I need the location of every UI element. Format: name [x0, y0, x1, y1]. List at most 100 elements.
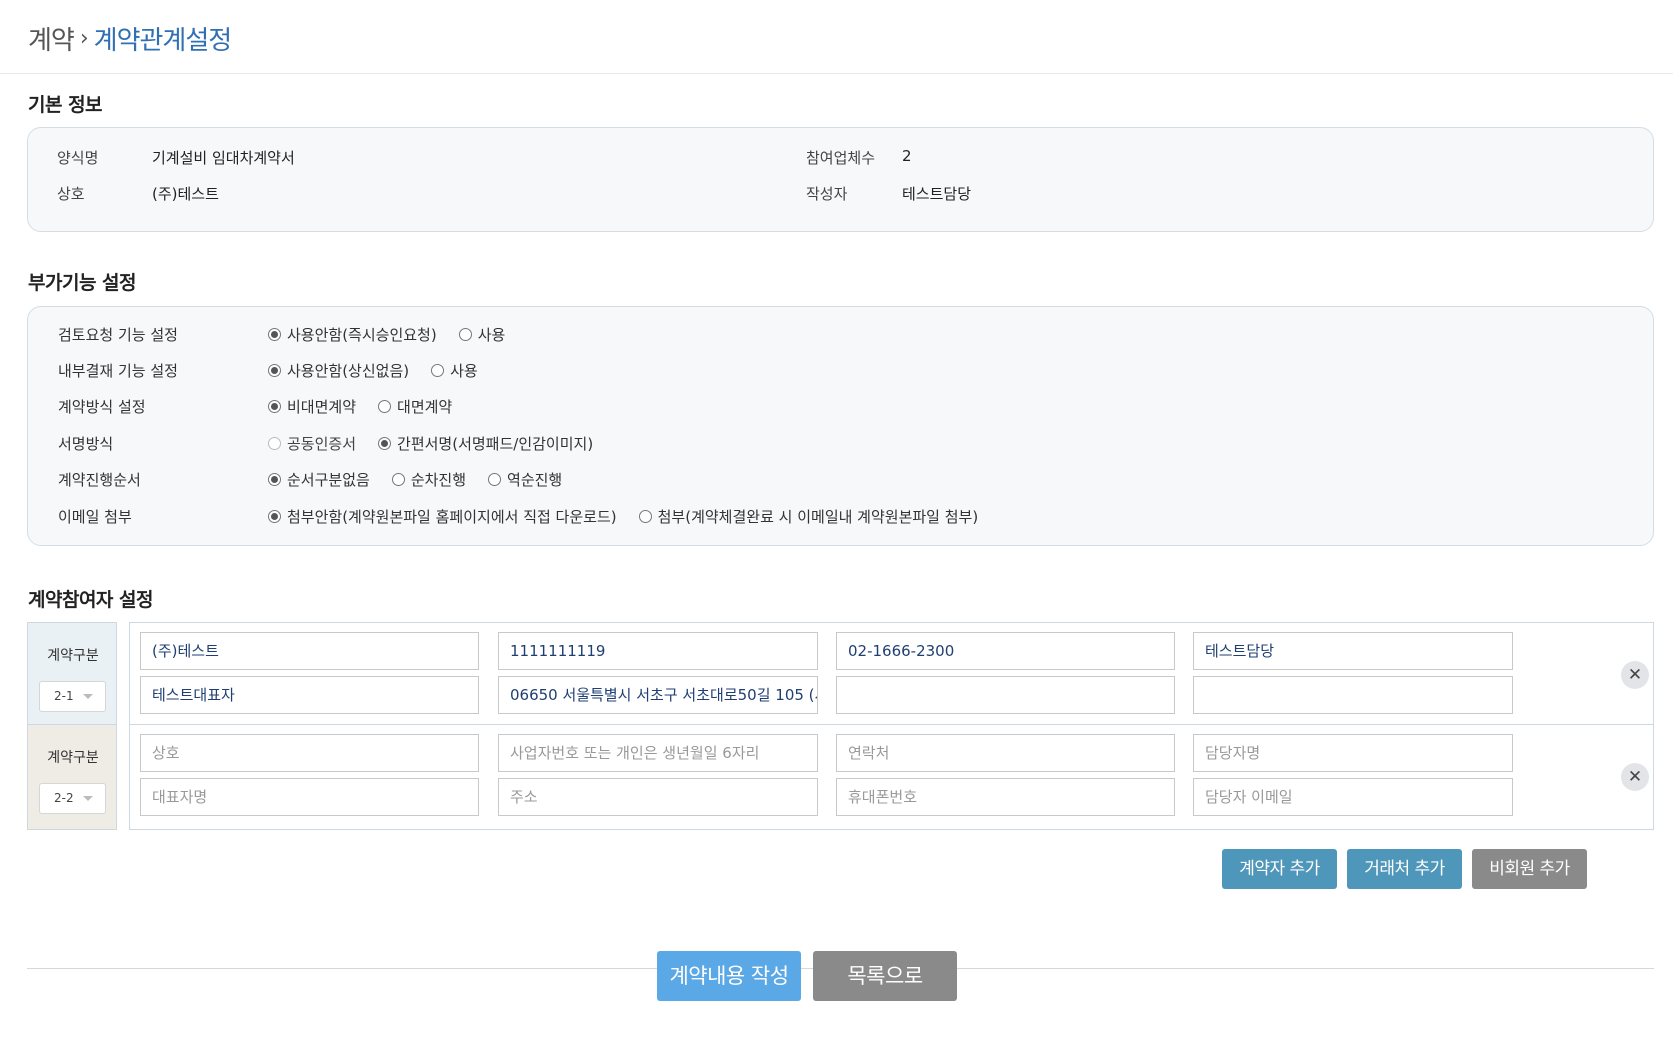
participant-type-label: 계약구분	[47, 648, 99, 664]
setting-label: 이메일 첨부	[58, 508, 132, 526]
add-contractor-button[interactable]: 계약자 추가	[1222, 849, 1337, 889]
participant-type-select-value: 2-2	[54, 791, 74, 805]
chevron-down-icon	[83, 694, 93, 699]
setting-radio-option[interactable]: 사용	[458, 324, 506, 345]
participant-input[interactable]: 상호	[140, 734, 479, 772]
participant-type-select[interactable]: 2-2	[39, 783, 106, 814]
radio-button[interactable]	[268, 510, 281, 523]
setting-radio-option[interactable]: 역순진행	[488, 469, 562, 490]
remove-participant-close-icon[interactable]: ✕	[1621, 661, 1649, 689]
setting-radio-group: 비대면계약 대면계약	[268, 396, 474, 417]
setting-radio-option[interactable]: 순차진행	[391, 469, 467, 490]
radio-button[interactable]	[638, 510, 652, 523]
setting-radio-option[interactable]: 대면계약	[378, 396, 452, 417]
breadcrumb-separator: ›	[79, 25, 89, 51]
radio-label: 순차진행	[410, 471, 467, 489]
participant-input[interactable]: (주)테스트	[140, 632, 479, 670]
participant-count-value: 2	[902, 147, 912, 165]
participant-input[interactable]: 대표자명	[140, 778, 479, 816]
setting-label: 검토요청 기능 설정	[58, 326, 178, 344]
setting-label: 계약방식 설정	[58, 398, 146, 416]
participant-input[interactable]: 주소	[498, 778, 818, 816]
header-divider	[0, 73, 1673, 74]
participant-input[interactable]: 테스트담당	[1193, 632, 1513, 670]
radio-button[interactable]	[268, 437, 281, 450]
setting-radio-group: 순서구분없음 순차진행 역순진행	[268, 469, 584, 490]
participant-type-select-value: 2-1	[54, 689, 74, 703]
company-label: 상호	[57, 185, 85, 203]
participant-type-cell: 계약구분 2-1	[27, 622, 117, 728]
radio-label: 사용안함(상신없음)	[287, 362, 410, 380]
form-name-label: 양식명	[57, 149, 99, 167]
breadcrumb-root[interactable]: 계약	[28, 20, 75, 57]
radio-button[interactable]	[458, 328, 472, 341]
radio-label: 사용	[450, 362, 478, 380]
setting-radio-option[interactable]: 첨부안함(계약원본파일 홈페이지에서 직접 다운로드)	[268, 506, 617, 527]
participant-type-label: 계약구분	[47, 750, 99, 766]
participant-row: 계약구분 2-2 상호 사업자번호 또는 개인은 생년월일 6자리 연락처 담당자명대표자…	[27, 724, 1654, 830]
setting-radio-group: 사용안함(상신없음) 사용	[268, 360, 500, 381]
radio-button[interactable]	[431, 364, 445, 377]
participant-count-label: 참여업체수	[806, 149, 876, 167]
setting-label: 서명방식	[58, 435, 114, 453]
breadcrumb: 계약 › 계약관계설정	[28, 18, 232, 58]
participant-input[interactable]: 06650 서울특별시 서초구 서초대로50길 105 (서초	[498, 676, 818, 714]
add-non-member-button[interactable]: 비회원 추가	[1472, 849, 1587, 889]
participant-input[interactable]	[1193, 676, 1513, 714]
author-label: 작성자	[806, 185, 848, 203]
participant-input[interactable]	[836, 676, 1175, 714]
radio-label: 사용	[477, 326, 506, 344]
radio-label: 사용안함(즉시승인요청)	[287, 326, 437, 344]
radio-button[interactable]	[268, 364, 281, 377]
radio-label: 비대면계약	[287, 398, 357, 416]
radio-label: 첨부안함(계약원본파일 홈페이지에서 직접 다운로드)	[287, 508, 617, 526]
setting-label: 계약진행순서	[58, 471, 141, 489]
participant-fields: (주)테스트 1111111119 02-1666-2300 테스트담당테스트대표자 0…	[129, 622, 1654, 728]
basic-info-title: 기본 정보	[28, 94, 103, 116]
back-to-list-button[interactable]: 목록으로	[813, 951, 957, 1001]
participant-input[interactable]: 담당자명	[1193, 734, 1513, 772]
setting-radio-group: 사용안함(즉시승인요청) 사용	[268, 324, 527, 345]
radio-button[interactable]	[391, 473, 405, 486]
setting-radio-option[interactable]: 비대면계약	[268, 396, 356, 417]
setting-radio-option[interactable]: 간편서명(서명패드/인감이미지)	[378, 433, 593, 454]
company-value: (주)테스트	[152, 185, 219, 203]
participant-input[interactable]: 1111111119	[498, 632, 818, 670]
setting-radio-option[interactable]: 공동인증서	[268, 433, 356, 454]
radio-button[interactable]	[268, 328, 281, 341]
chevron-down-icon	[83, 796, 93, 801]
participants-title: 계약참여자 설정	[28, 589, 153, 611]
radio-label: 순서구분없음	[287, 471, 370, 489]
setting-label: 내부결재 기능 설정	[58, 362, 178, 380]
radio-label: 첨부(계약체결완료 시 이메일내 계약원본파일 첨부)	[657, 508, 979, 526]
form-name-value: 기계설비 임대차계약서	[152, 149, 295, 167]
radio-label: 공동인증서	[287, 435, 357, 453]
radio-button[interactable]	[488, 473, 502, 486]
radio-button[interactable]	[268, 400, 281, 413]
participant-type-select[interactable]: 2-1	[39, 681, 106, 712]
participant-input[interactable]: 사업자번호 또는 개인은 생년월일 6자리	[498, 734, 818, 772]
participant-fields: 상호 사업자번호 또는 개인은 생년월일 6자리 연락처 담당자명대표자명 주소 휴대폰번…	[129, 724, 1654, 830]
setting-radio-option[interactable]: 사용	[431, 360, 478, 381]
radio-label: 대면계약	[397, 398, 453, 416]
radio-button[interactable]	[378, 400, 392, 413]
add-partner-button[interactable]: 거래처 추가	[1347, 849, 1462, 889]
participant-input[interactable]: 연락처	[836, 734, 1175, 772]
participant-row: 계약구분 2-1 (주)테스트 1111111119 02-1666-2300 테스트담당…	[27, 622, 1654, 728]
radio-button[interactable]	[378, 437, 392, 450]
setting-radio-option[interactable]: 첨부(계약체결완료 시 이메일내 계약원본파일 첨부)	[638, 506, 979, 527]
setting-radio-option[interactable]: 순서구분없음	[268, 469, 370, 490]
basic-info-panel: 양식명 기계설비 임대차계약서 상호 (주)테스트 참여업체수 2 작성자 테스…	[27, 127, 1654, 232]
write-contract-button[interactable]: 계약내용 작성	[657, 951, 801, 1001]
setting-radio-group: 첨부안함(계약원본파일 홈페이지에서 직접 다운로드) 첨부(계약체결완료 시 이…	[268, 506, 1000, 527]
remove-participant-close-icon[interactable]: ✕	[1621, 763, 1649, 791]
radio-button[interactable]	[268, 473, 281, 486]
participant-input[interactable]: 02-1666-2300	[836, 632, 1175, 670]
setting-radio-group: 공동인증서 간편서명(서명패드/인감이미지)	[268, 433, 615, 454]
participant-input[interactable]: 테스트대표자	[140, 676, 479, 714]
radio-label: 간편서명(서명패드/인감이미지)	[397, 435, 594, 453]
participant-input[interactable]: 휴대폰번호	[836, 778, 1175, 816]
participant-input[interactable]: 담당자 이메일	[1193, 778, 1513, 816]
setting-radio-option[interactable]: 사용안함(상신없음)	[268, 360, 409, 381]
setting-radio-option[interactable]: 사용안함(즉시승인요청)	[268, 324, 437, 345]
